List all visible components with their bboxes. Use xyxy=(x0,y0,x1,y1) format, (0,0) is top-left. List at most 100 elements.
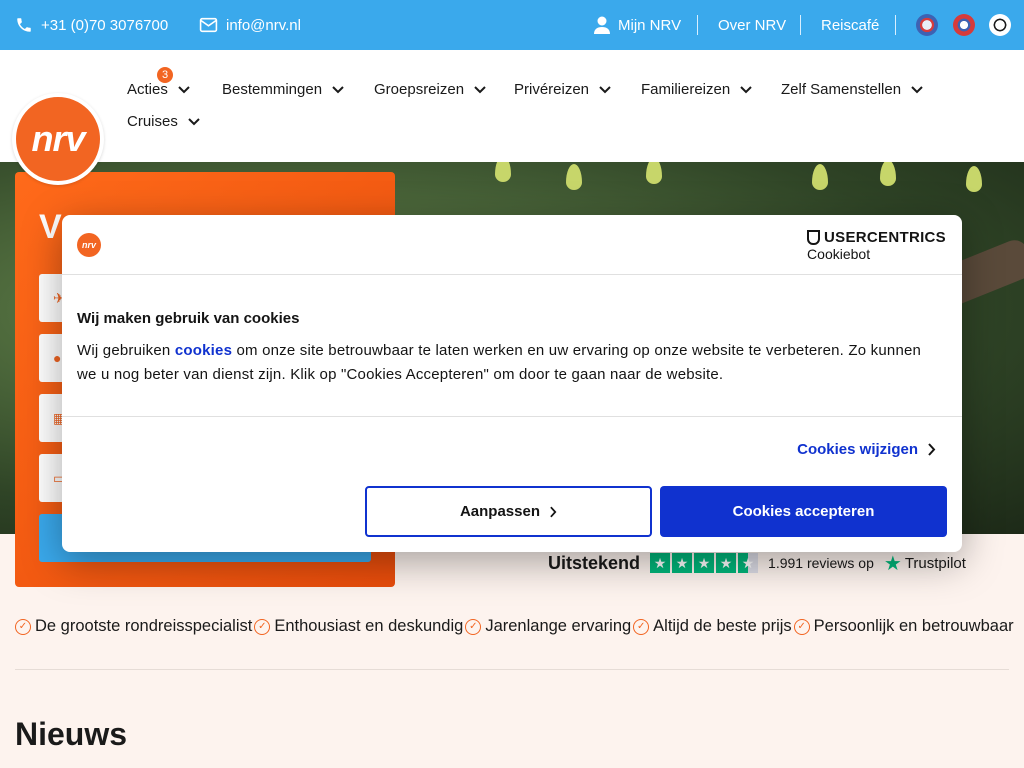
trust-reviews-count: 1.991 reviews op xyxy=(768,555,874,571)
star-icon: ★ xyxy=(716,553,737,573)
leaf-decoration xyxy=(880,162,896,186)
cookiebot-text: Cookiebot xyxy=(807,246,871,262)
usp-text: De grootste rondreisspecialist xyxy=(35,617,253,635)
trustpilot-brand: Trustpilot xyxy=(904,554,966,572)
chevron-down-icon xyxy=(740,85,752,93)
mijn-nrv-link[interactable]: Mijn NRV xyxy=(594,0,681,50)
phone-link[interactable]: +31 (0)70 3076700 xyxy=(15,0,168,50)
over-nrv-label: Over NRV xyxy=(718,16,787,34)
trustpilot-star-icon: ★ xyxy=(883,552,902,575)
chevron-down-icon xyxy=(911,85,923,93)
divider xyxy=(62,416,962,417)
email-address: info@nrv.nl xyxy=(226,16,301,34)
over-nrv-link[interactable]: Over NRV xyxy=(718,0,786,50)
sgr-icon[interactable] xyxy=(953,14,975,36)
chevron-right-icon xyxy=(550,506,557,517)
reiscafe-label: Reiscafé xyxy=(821,16,880,34)
nav-zelf-samenstellen-label: Zelf Samenstellen xyxy=(781,81,902,98)
separator xyxy=(697,15,698,35)
usp-text: Altijd de beste prijs xyxy=(653,617,792,635)
leaf-decoration xyxy=(966,166,982,192)
cookies-link[interactable]: cookies xyxy=(175,342,232,359)
chevron-down-icon xyxy=(178,85,190,93)
check-circle-icon: ✓ xyxy=(793,618,810,635)
news-heading: Nieuws xyxy=(15,716,128,752)
usp-text: Persoonlijk en betrouwbaar xyxy=(813,617,1014,635)
nav-groepsreizen-label: Groepsreizen xyxy=(374,81,465,98)
cookies-accepteren-label: Cookies accepteren xyxy=(732,503,875,520)
aanpassen-label: Aanpassen xyxy=(459,503,541,520)
search-title: V xyxy=(39,208,62,246)
leaf-decoration xyxy=(812,164,828,190)
mini-logo-text: nrv xyxy=(81,240,96,250)
cookies-accepteren-button[interactable]: Cookies accepteren xyxy=(660,486,947,537)
nav-cruises-label: Cruises xyxy=(127,113,178,130)
usercentrics-text: USERCENTRICS xyxy=(824,229,946,246)
nrv-logo[interactable]: nrv xyxy=(12,93,104,185)
star-icon: ★ xyxy=(672,553,693,573)
trustpilot-widget[interactable]: Uitstekend ★ ★ ★ ★ ★ 1.991 reviews op ★ … xyxy=(548,551,966,576)
usp-item: ✓ Enthousiast en deskundig xyxy=(254,617,463,636)
phone-number: +31 (0)70 3076700 xyxy=(41,16,169,34)
trust-rating-label: Uitstekend xyxy=(548,552,641,573)
top-bar: +31 (0)70 3076700 info@nrv.nl Mijn NRV O… xyxy=(0,0,1024,50)
nav-privereizen-label: Privéreizen xyxy=(514,81,590,98)
nav-bestemmingen[interactable]: Bestemmingen xyxy=(222,81,344,98)
star-icon: ★ xyxy=(650,553,671,573)
user-icon xyxy=(594,16,610,34)
cookies-wijzigen-label: Cookies wijzigen xyxy=(797,441,918,458)
usp-item: ✓ Persoonlijk en betrouwbaar xyxy=(793,617,1014,636)
mijn-nrv-label: Mijn NRV xyxy=(618,16,682,34)
aanpassen-button[interactable]: Aanpassen xyxy=(365,486,652,537)
cookiebot-logo: USERCENTRICS Cookiebot xyxy=(807,229,946,262)
leaf-decoration xyxy=(495,162,511,182)
cookie-dialog-header: nrv USERCENTRICS Cookiebot xyxy=(62,215,962,275)
leaf-decoration xyxy=(566,164,582,190)
acties-count-badge: 3 xyxy=(157,67,173,83)
chevron-down-icon xyxy=(474,85,486,93)
cookie-title: Wij maken gebruik van cookies xyxy=(77,310,300,327)
cookie-body-text: Wij gebruiken xyxy=(77,342,175,359)
cookies-wijzigen-link[interactable]: Cookies wijzigen xyxy=(797,441,936,458)
usp-text: Enthousiast en deskundig xyxy=(274,617,464,635)
chevron-down-icon xyxy=(188,117,200,125)
chevron-right-icon xyxy=(928,443,936,456)
usp-item: ✓ Jarenlange ervaring xyxy=(465,617,631,636)
anvr-icon[interactable] xyxy=(916,14,938,36)
nrv-mini-logo: nrv xyxy=(77,233,101,257)
leaf-decoration xyxy=(646,162,662,184)
check-circle-icon: ✓ xyxy=(465,618,482,635)
mail-icon xyxy=(199,17,218,33)
separator xyxy=(895,15,896,35)
check-circle-icon: ✓ xyxy=(15,618,31,635)
check-circle-icon: ✓ xyxy=(633,618,650,635)
cookie-body: Wij gebruiken cookies om onze site betro… xyxy=(77,339,937,387)
check-circle-icon: ✓ xyxy=(254,618,271,635)
nav-acties-label: Acties xyxy=(127,81,168,98)
phone-icon xyxy=(17,18,31,32)
star-icon: ★ xyxy=(694,553,715,573)
email-link[interactable]: info@nrv.nl xyxy=(199,0,301,50)
chevron-down-icon xyxy=(599,85,611,93)
nav-privereizen[interactable]: Privéreizen xyxy=(514,81,611,98)
half-star-icon: ★ xyxy=(738,553,759,573)
usp-item: ✓ Altijd de beste prijs xyxy=(633,617,792,636)
usp-list: ✓ De grootste rondreisspecialist ✓ Enthous… xyxy=(15,617,1015,636)
cookie-dialog: nrv USERCENTRICS Cookiebot Wij maken geb… xyxy=(62,215,962,552)
nav-zelf-samenstellen[interactable]: Zelf Samenstellen xyxy=(781,81,923,98)
main-header: Acties 3 Bestemmingen Groepsreizen Privé… xyxy=(0,50,1024,162)
nav-familiereizen[interactable]: Familiereizen xyxy=(641,81,752,98)
nav-cruises[interactable]: Cruises xyxy=(127,113,200,130)
nav-acties[interactable]: Acties 3 xyxy=(127,67,190,98)
chevron-down-icon xyxy=(332,85,344,93)
usp-item: ✓ De grootste rondreisspecialist xyxy=(15,617,252,636)
divider xyxy=(15,669,1009,670)
calamiteitenfonds-icon[interactable] xyxy=(989,14,1011,36)
separator xyxy=(800,15,801,35)
trustpilot-logo: ★ Trustpilot xyxy=(884,551,966,576)
reiscafe-link[interactable]: Reiscafé xyxy=(821,0,879,50)
nav-groepsreizen[interactable]: Groepsreizen xyxy=(374,81,486,98)
shield-icon xyxy=(807,230,821,245)
trust-stars: ★ ★ ★ ★ ★ xyxy=(650,553,759,573)
nav-familiereizen-label: Familiereizen xyxy=(641,81,731,98)
